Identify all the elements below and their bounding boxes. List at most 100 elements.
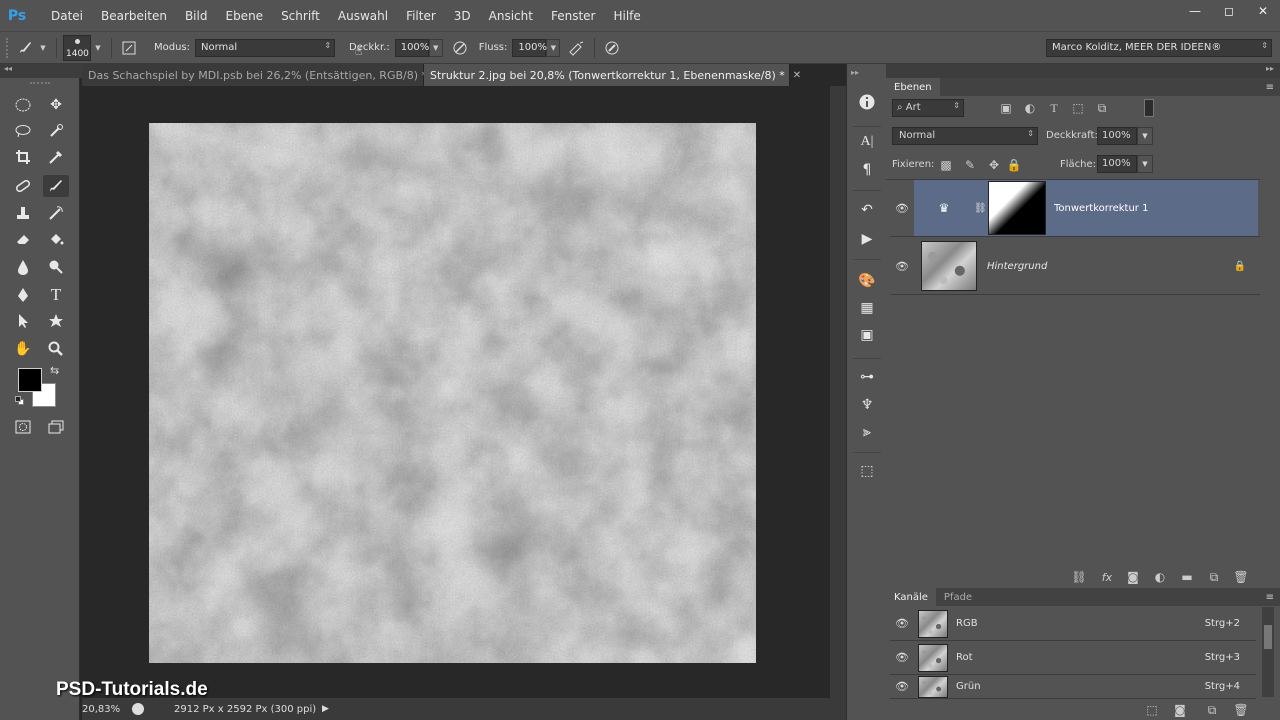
foreground-color-swatch[interactable] (18, 368, 42, 392)
clone-source-icon[interactable]: ⫸ (855, 421, 879, 443)
tab-struktur[interactable]: Struktur 2.jpg bei 20,8% (Tonwertkorrekt… (424, 64, 801, 86)
dodge-tool-icon[interactable] (43, 256, 69, 278)
pen-tool-icon[interactable] (10, 284, 36, 306)
dock-collapse-icon[interactable]: ▸▸ (1266, 64, 1274, 73)
eraser-tool-icon[interactable] (10, 228, 36, 250)
deckkr-dropdown[interactable]: ▼ (428, 38, 443, 57)
minimize-button[interactable]: — (1178, 0, 1212, 22)
channel-row-gruen[interactable]: 👁 Grün Strg+4 (890, 675, 1256, 699)
delete-layer-icon[interactable]: 🗑 (1230, 568, 1252, 586)
lock-pixels-icon[interactable]: ✎ (959, 156, 981, 174)
lock-position-icon[interactable]: ✥ (983, 156, 1005, 174)
layer-thumbnail[interactable] (921, 241, 977, 291)
document-image[interactable] (149, 123, 756, 663)
menu-auswahl[interactable]: Auswahl (329, 0, 397, 31)
adjustment-layer-icon[interactable]: ◐ (1149, 568, 1171, 586)
toolbar-collapse[interactable]: ◂◂ (0, 64, 82, 78)
menu-3d[interactable]: 3D (445, 0, 480, 31)
custom-shape-tool-icon[interactable] (43, 310, 69, 332)
modus-select[interactable]: Normal ⇕ (195, 38, 336, 57)
fluss-dropdown[interactable]: ▼ (546, 38, 561, 57)
vertical-scrollbar[interactable] (830, 86, 846, 698)
menu-datei[interactable]: Datei (42, 0, 92, 31)
filter-type-icon[interactable]: T (1043, 99, 1065, 117)
menu-filter[interactable]: Filter (397, 0, 445, 31)
menu-bild[interactable]: Bild (176, 0, 217, 31)
strip-collapse-icon[interactable]: ▸▸ (851, 68, 859, 77)
visibility-eye-icon[interactable]: 👁 (890, 614, 914, 634)
filter-toggle[interactable] (1144, 99, 1154, 117)
channel-row-rot[interactable]: 👁 Rot Strg+3 (890, 641, 1256, 675)
spot-healing-tool-icon[interactable] (10, 175, 36, 197)
new-channel-icon[interactable]: ⧉ (1201, 701, 1223, 719)
load-selection-icon[interactable]: ⬚ (1141, 701, 1163, 719)
visibility-eye-icon[interactable]: 👁 (890, 198, 914, 218)
filter-pixel-icon[interactable]: ▣ (995, 99, 1017, 117)
new-layer-icon[interactable]: ⧉ (1203, 568, 1225, 586)
lasso-tool-icon[interactable] (10, 120, 36, 142)
pressure-size-icon[interactable] (601, 37, 623, 59)
panel-menu-icon[interactable]: ≡ (1266, 592, 1274, 603)
character-icon[interactable]: A| (855, 131, 879, 153)
layer-row-tonwertkorrektur[interactable]: 👁 ♛ ⛓ Tonwertkorrektur 1 (890, 180, 1260, 237)
options-grip[interactable] (6, 37, 14, 58)
fill-input[interactable]: 100% (1097, 155, 1137, 173)
toolbar-grip[interactable] (30, 82, 50, 84)
tab-pfade[interactable]: Pfade (936, 588, 980, 606)
brush-panel-toggle-icon[interactable] (118, 37, 140, 59)
hand-tool-icon[interactable]: ✋ (10, 338, 36, 360)
delete-channel-icon[interactable]: 🗑 (1230, 701, 1252, 719)
layer-filter-select[interactable]: ⌕ Art ⇕ (892, 99, 964, 117)
crop-tool-icon[interactable] (10, 146, 36, 168)
screen-mode-icon[interactable] (43, 416, 69, 438)
actions-icon[interactable]: ▶ (855, 228, 879, 250)
mask-link-icon[interactable]: ⛓ (974, 203, 987, 214)
menu-bearbeiten[interactable]: Bearbeiten (92, 0, 176, 31)
adjustments-icon[interactable]: ⊶ (855, 366, 879, 388)
close-tab-icon[interactable]: ✕ (793, 70, 801, 81)
color-icon[interactable]: 🎨 (855, 270, 879, 292)
tool-preset-dropdown[interactable]: ▼ (36, 38, 50, 57)
eyedropper-tool-icon[interactable] (43, 146, 69, 168)
channels-scrollbar[interactable] (1262, 607, 1274, 697)
brush-presets-icon[interactable]: ♆ (855, 394, 879, 416)
filter-shape-icon[interactable]: ⬚ (1067, 99, 1089, 117)
menu-ansicht[interactable]: Ansicht (480, 0, 542, 31)
marquee-tool-icon[interactable] (10, 94, 36, 116)
status-info-icon[interactable] (132, 703, 144, 715)
menu-hilfe[interactable]: Hilfe (604, 0, 649, 31)
tab-ebenen[interactable]: Ebenen (886, 78, 940, 96)
info-icon[interactable] (855, 91, 879, 113)
layer-mask-thumbnail[interactable] (988, 181, 1046, 235)
opacity-dropdown[interactable]: ▼ (1137, 127, 1153, 145)
close-window-button[interactable]: ✕ (1246, 0, 1280, 22)
scrollbar-thumb[interactable] (1264, 625, 1272, 649)
paragraph-icon[interactable]: ¶ (855, 159, 879, 181)
channel-row-rgb[interactable]: 👁 RGB Strg+2 (890, 607, 1256, 641)
menu-ebene[interactable]: Ebene (216, 0, 272, 31)
visibility-eye-icon[interactable]: 👁 (890, 256, 914, 276)
new-group-icon[interactable]: ▬ (1176, 568, 1198, 586)
menu-fenster[interactable]: Fenster (542, 0, 605, 31)
add-mask-icon[interactable]: ◙ (1122, 568, 1144, 586)
3d-icon[interactable]: ⬚ (855, 460, 879, 482)
brush-size-picker[interactable]: 1400 (63, 34, 91, 61)
blur-tool-icon[interactable] (10, 256, 36, 278)
visibility-eye-icon[interactable]: 👁 (890, 648, 914, 668)
quick-mask-icon[interactable] (10, 416, 36, 438)
tab-kanaele[interactable]: Kanäle (886, 588, 936, 606)
swap-colors-icon[interactable]: ⇆ (50, 364, 59, 377)
zoom-level[interactable]: 20,83% (82, 704, 126, 715)
brush-size-dropdown[interactable]: ▼ (91, 38, 105, 57)
layer-name[interactable]: Tonwertkorrektur 1 (1054, 203, 1148, 214)
brush-tool-icon[interactable] (43, 175, 69, 197)
zoom-tool-icon[interactable] (43, 338, 69, 360)
panel-menu-icon[interactable]: ≡ (1266, 82, 1274, 93)
paint-bucket-tool-icon[interactable] (43, 228, 69, 250)
filter-smartobject-icon[interactable]: ⧉ (1091, 99, 1113, 117)
link-layers-icon[interactable]: ⛓ (1068, 568, 1090, 586)
lock-all-icon[interactable]: 🔒 (1003, 156, 1025, 174)
filter-adjustment-icon[interactable]: ◐ (1019, 99, 1041, 117)
brush-tool-preset-icon[interactable] (14, 37, 36, 59)
fx-styles-icon[interactable] (855, 328, 879, 350)
